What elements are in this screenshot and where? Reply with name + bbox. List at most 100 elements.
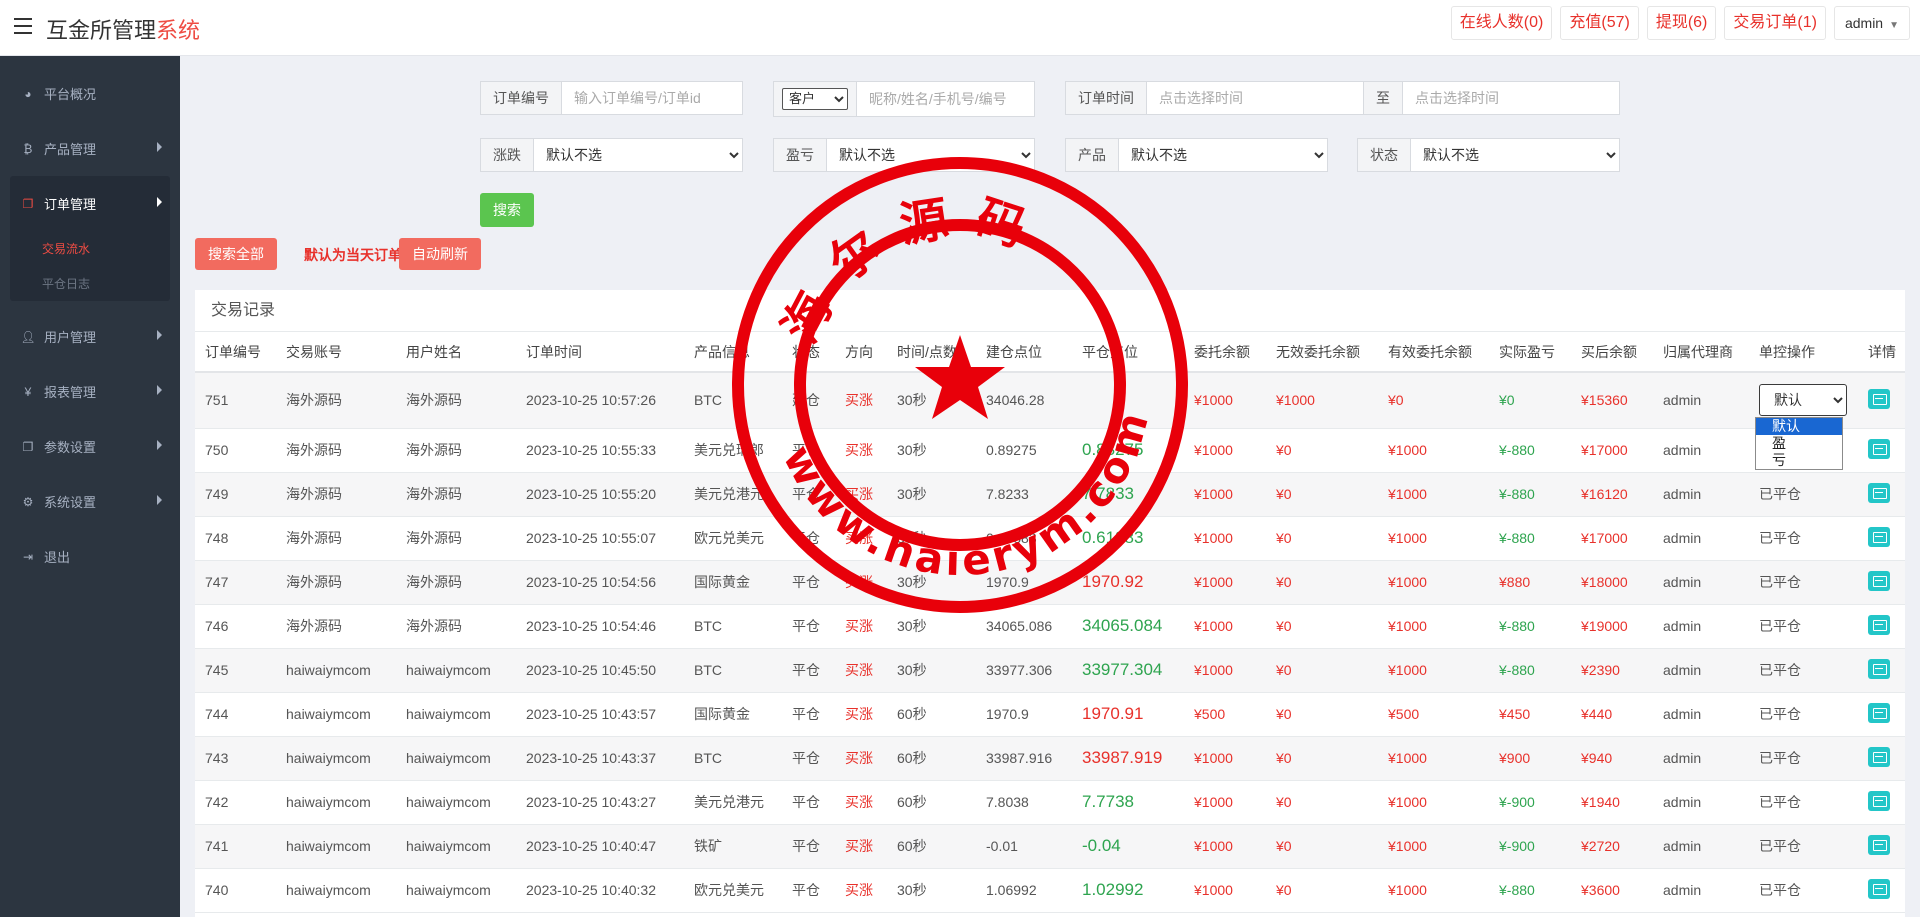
- agent: admin: [1653, 516, 1749, 561]
- search-button[interactable]: 搜索: [480, 193, 534, 227]
- trade-account: 海外源码: [276, 372, 396, 429]
- open-price: 33987.916: [976, 736, 1072, 781]
- detail-list-icon[interactable]: [1868, 570, 1890, 591]
- trade-account: haiwaiymcom: [276, 780, 396, 825]
- op-option-profit[interactable]: 盈: [1756, 435, 1842, 452]
- sidebar-item-orders[interactable]: ❐ 订单管理: [10, 176, 170, 231]
- open-price: 34065.086: [976, 604, 1072, 649]
- sidebar-subitem-close-log[interactable]: 平仓日志: [10, 266, 170, 301]
- period: 30秒: [887, 372, 976, 429]
- sidebar-item-system[interactable]: ⚙ 系统设置: [0, 474, 180, 529]
- detail-list-icon[interactable]: [1868, 614, 1890, 635]
- detail-list-icon[interactable]: [1868, 482, 1890, 503]
- order-no-filter: 订单编号: [480, 81, 743, 115]
- close-price: 1970.92: [1072, 560, 1184, 605]
- detail-list-icon[interactable]: [1868, 658, 1890, 679]
- order-no-input[interactable]: [562, 82, 742, 114]
- user-name: haiwaiymcom: [396, 780, 516, 825]
- copy-icon: ❐: [22, 196, 34, 211]
- op-option-default[interactable]: 默认: [1756, 418, 1842, 435]
- order-id: 740: [195, 868, 276, 913]
- signout-icon: ⇥: [22, 549, 34, 564]
- direction: 买涨: [835, 516, 887, 561]
- detail-list-icon[interactable]: [1868, 438, 1890, 459]
- profit-loss-select[interactable]: 默认不选: [827, 139, 1034, 171]
- detail-list-icon[interactable]: [1868, 834, 1890, 855]
- detail-list-icon[interactable]: [1868, 388, 1890, 409]
- period: 60秒: [887, 692, 976, 737]
- online-users-button[interactable]: 在线人数(0): [1450, 6, 1553, 40]
- user-name: haiwaiymcom: [396, 824, 516, 869]
- direction: 买涨: [835, 648, 887, 693]
- sidebar-item-label: 产品管理: [44, 142, 97, 157]
- close-price: -0.04: [1072, 824, 1184, 869]
- column-header: 委托余额: [1184, 332, 1266, 373]
- sidebar-item-params[interactable]: ❐ 参数设置: [0, 419, 180, 474]
- order-id: 744: [195, 692, 276, 737]
- entrust-balance: ¥1000: [1184, 824, 1266, 869]
- customer-type-select[interactable]: 客户: [782, 87, 848, 110]
- product-info: 美元兑港元: [684, 780, 782, 825]
- user-menu[interactable]: admin ▼: [1833, 6, 1910, 40]
- rise-fall-select[interactable]: 默认不选: [534, 139, 742, 171]
- sidebar-item-dashboard[interactable]: ◕ 平台概况: [0, 66, 180, 121]
- order-no-label: 订单编号: [481, 82, 562, 114]
- user-name: haiwaiymcom: [396, 868, 516, 913]
- copy-icon: ❐: [22, 439, 34, 454]
- detail-list-icon[interactable]: [1868, 746, 1890, 767]
- withdraw-button[interactable]: 提现(6): [1646, 6, 1717, 40]
- product-filter: 产品 默认不选: [1065, 138, 1328, 172]
- op-dropdown-list: 默认 盈 亏: [1755, 417, 1843, 470]
- product-select[interactable]: 默认不选: [1119, 139, 1327, 171]
- actual-pnl: ¥-880: [1489, 472, 1571, 517]
- invalid-entrust: ¥0: [1266, 868, 1378, 913]
- detail-list-icon[interactable]: [1868, 526, 1890, 547]
- table-row: 746 海外源码 海外源码 2023-10-25 10:54:46 BTC 平仓 买涨 30秒…: [195, 604, 1905, 649]
- invalid-entrust: ¥0: [1266, 692, 1378, 737]
- order-status: 平仓: [782, 648, 835, 693]
- open-price: 1.06992: [976, 868, 1072, 913]
- period: 30秒: [887, 428, 976, 473]
- detail-list-icon[interactable]: [1868, 878, 1890, 899]
- customer-input[interactable]: [857, 82, 1034, 116]
- search-all-button[interactable]: 搜索全部: [195, 238, 277, 270]
- trade-account: haiwaiymcom: [276, 736, 396, 781]
- detail-cell: [1858, 516, 1905, 561]
- auto-refresh-button[interactable]: 自动刷新: [399, 238, 481, 270]
- detail-list-icon[interactable]: [1868, 702, 1890, 723]
- trade-orders-button[interactable]: 交易订单(1): [1724, 6, 1826, 40]
- recharge-button[interactable]: 充值(57): [1560, 6, 1639, 40]
- sidebar-item-reports[interactable]: ¥ 报表管理: [0, 364, 180, 419]
- status-select[interactable]: 默认不选: [1411, 139, 1619, 171]
- invalid-entrust: ¥0: [1266, 428, 1378, 473]
- time-range-separator: 至: [1363, 82, 1403, 114]
- valid-entrust: ¥1000: [1378, 824, 1489, 869]
- detail-cell: [1858, 736, 1905, 781]
- table-header-row: 订单编号 交易账号 用户姓名 订单时间 产品信息 状态 方向 时间/点数 建仓点位 平仓点位 委托余…: [195, 332, 1905, 373]
- entrust-balance: ¥500: [1184, 692, 1266, 737]
- column-header: 单控操作: [1749, 332, 1858, 373]
- product-info: 欧元兑美元: [684, 868, 782, 913]
- op-select[interactable]: 默认: [1759, 384, 1847, 417]
- time-end-input[interactable]: [1403, 82, 1619, 114]
- product-info: BTC: [684, 372, 782, 429]
- sidebar-item-products[interactable]: ₿ 产品管理: [0, 121, 180, 176]
- valid-entrust: ¥1000: [1378, 780, 1489, 825]
- user-name: haiwaiymcom: [396, 648, 516, 693]
- op-option-loss[interactable]: 亏: [1756, 452, 1842, 469]
- time-start-input[interactable]: [1147, 82, 1363, 114]
- sidebar-item-logout[interactable]: ⇥ 退出: [0, 529, 180, 584]
- product-info: BTC: [684, 604, 782, 649]
- sidebar-subitem-trade-flow[interactable]: 交易流水: [10, 231, 170, 266]
- sidebar-item-users[interactable]: 👤︎ 用户管理: [0, 309, 180, 364]
- valid-entrust: ¥1000: [1378, 560, 1489, 605]
- close-price: 0.88275: [1072, 428, 1184, 473]
- user-name: admin: [1844, 15, 1884, 31]
- period: 30秒: [887, 868, 976, 913]
- hamburger-menu-icon[interactable]: [14, 18, 32, 34]
- trade-account: 海外源码: [276, 472, 396, 517]
- detail-list-icon[interactable]: [1868, 790, 1890, 811]
- close-price: 0.61883: [1072, 516, 1184, 561]
- user-name: haiwaiymcom: [396, 736, 516, 781]
- sidebar-item-label: 订单管理: [44, 197, 97, 212]
